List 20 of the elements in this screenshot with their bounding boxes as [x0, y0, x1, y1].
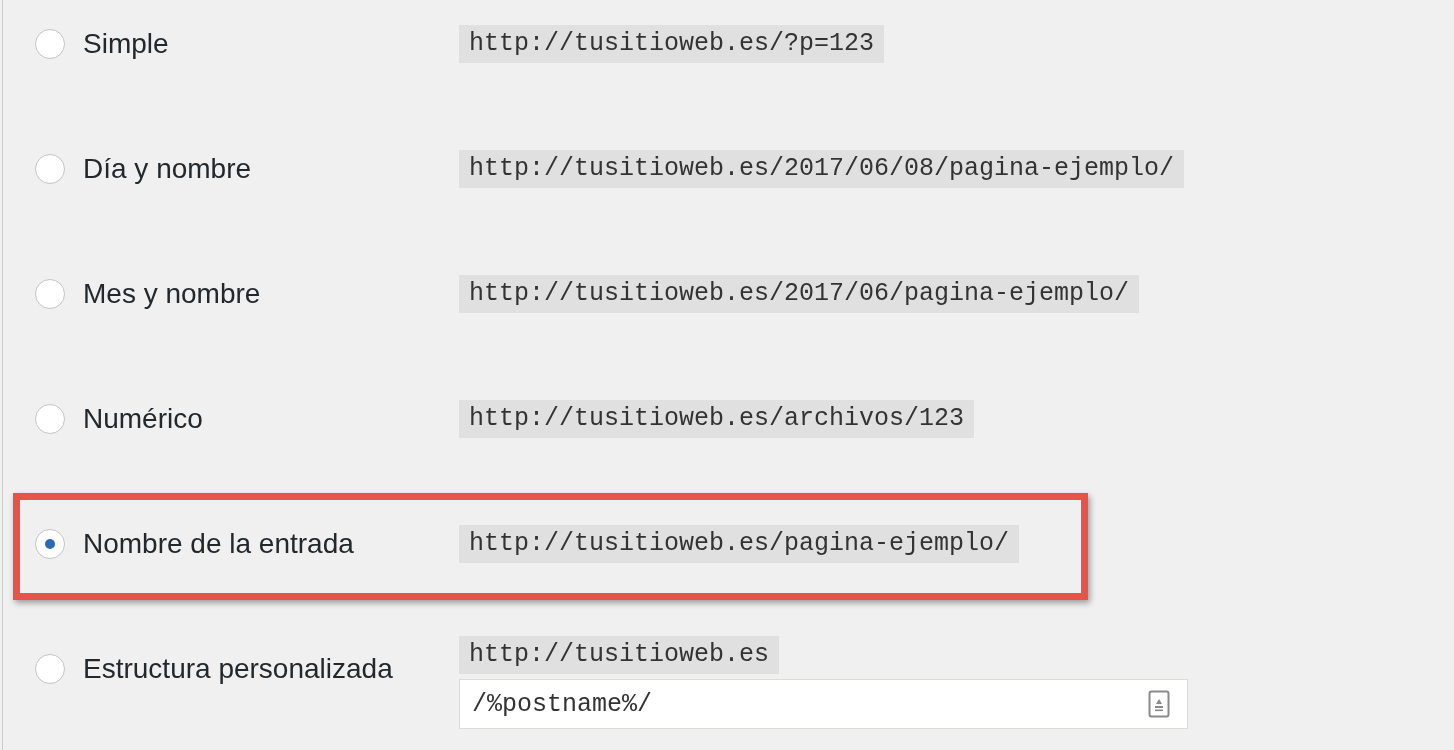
radio-button[interactable]: [35, 404, 65, 434]
url-example: http://tusitioweb.es: [459, 636, 780, 674]
radio-button[interactable]: [35, 154, 65, 184]
contact-card-icon: [1148, 690, 1170, 718]
option-label: Mes y nombre: [83, 277, 261, 311]
radio-button[interactable]: [35, 279, 65, 309]
radio-button[interactable]: [35, 529, 65, 559]
input-field[interactable]: /%postname%/: [459, 679, 1188, 729]
url-example: http://tusitioweb.es/2017/06/pagina-ejemplo/: [459, 275, 1140, 313]
url-example: http://tusitioweb.es/pagina-ejemplo/: [459, 525, 1020, 563]
option-label: Simple: [83, 27, 169, 61]
option-label: Numérico: [83, 402, 203, 436]
url-example: http://tusitioweb.es/2017/06/08/pagina-ejemplo/: [459, 150, 1185, 188]
option-label: Estructura personalizada: [83, 652, 393, 686]
option-label: Nombre de la entrada: [83, 527, 354, 561]
radio-button[interactable]: [35, 29, 65, 59]
radio-button[interactable]: [35, 654, 65, 684]
url-example: http://tusitioweb.es/?p=123: [459, 25, 885, 63]
option-label: Día y nombre: [83, 152, 252, 186]
url-example: http://tusitioweb.es/archivos/123: [459, 400, 975, 438]
